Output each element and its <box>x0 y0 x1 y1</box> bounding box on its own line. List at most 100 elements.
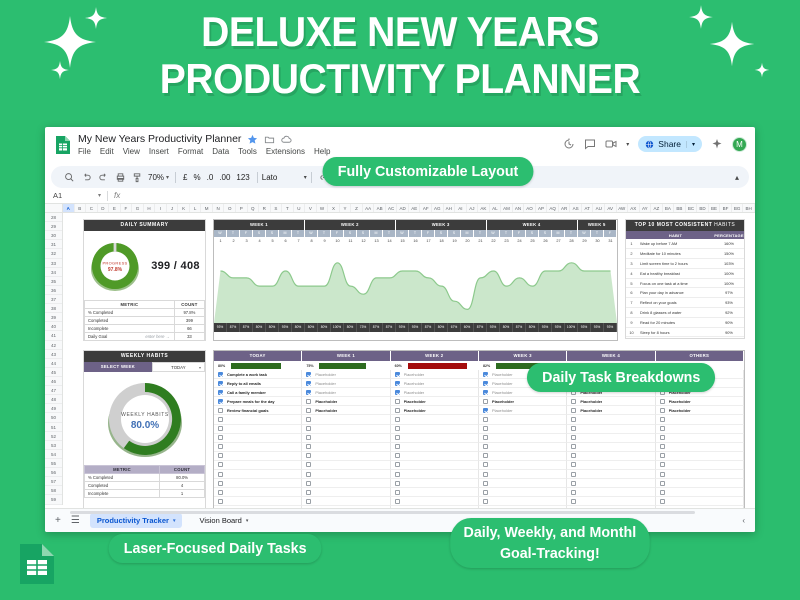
task-checkbox[interactable] <box>482 371 488 377</box>
row-header-55[interactable]: 55 <box>45 459 62 469</box>
column-header-ba[interactable]: BA <box>663 204 675 212</box>
task-cell[interactable]: Call a family member <box>214 388 303 398</box>
row-header-50[interactable]: 50 <box>45 413 62 423</box>
row-header-30[interactable]: 30 <box>45 231 62 241</box>
row-header-31[interactable]: 31 <box>45 240 62 250</box>
task-cell[interactable] <box>655 415 744 425</box>
task-cell[interactable] <box>567 451 656 461</box>
task-checkbox[interactable] <box>306 380 312 386</box>
task-cell[interactable] <box>655 479 744 489</box>
task-cell[interactable] <box>655 433 744 443</box>
sheet-tab-productivity-tracker[interactable]: Productivity Tracker ▾ <box>89 513 183 528</box>
column-header-bc[interactable]: BC <box>686 204 698 212</box>
column-header-ae[interactable]: AE <box>409 204 421 212</box>
column-header-aa[interactable]: AA <box>363 204 375 212</box>
task-cell[interactable] <box>478 470 568 480</box>
task-checkbox[interactable] <box>482 444 488 450</box>
menu-item-format[interactable]: Format <box>178 147 203 156</box>
task-checkbox[interactable] <box>218 444 223 450</box>
explore-chevron-icon[interactable]: ‹ <box>742 516 745 525</box>
horizontal-scrollbar[interactable] <box>70 511 695 514</box>
task-checkbox[interactable] <box>394 380 400 386</box>
task-checkbox[interactable] <box>571 426 577 432</box>
column-header-am[interactable]: AM <box>501 204 513 212</box>
row-header-58[interactable]: 58 <box>45 486 62 496</box>
task-cell[interactable]: Placeholder <box>302 379 391 389</box>
task-checkbox[interactable] <box>218 489 223 495</box>
task-cell[interactable] <box>214 497 303 507</box>
task-cell[interactable] <box>390 451 479 461</box>
row-header-56[interactable]: 56 <box>45 468 62 478</box>
task-cell[interactable] <box>567 433 656 443</box>
task-cell[interactable] <box>214 415 303 425</box>
task-cell[interactable] <box>302 424 391 434</box>
task-checkbox[interactable] <box>571 398 577 404</box>
task-cell[interactable] <box>655 460 744 471</box>
task-cell[interactable] <box>655 488 744 498</box>
column-header-ak[interactable]: AK <box>478 204 490 212</box>
task-checkbox[interactable] <box>218 453 223 459</box>
task-cell[interactable] <box>390 488 479 498</box>
row-header-35[interactable]: 35 <box>45 277 62 286</box>
task-checkbox[interactable] <box>571 480 577 486</box>
column-header-av[interactable]: AV <box>605 204 617 212</box>
task-checkbox[interactable] <box>218 407 223 413</box>
task-checkbox[interactable] <box>659 398 665 404</box>
task-cell[interactable] <box>567 470 656 480</box>
task-checkbox[interactable] <box>394 489 400 495</box>
task-cell[interactable]: Placeholder <box>302 370 391 380</box>
column-header-a[interactable]: A <box>63 204 75 212</box>
zoom-select[interactable]: 70% ▾ <box>146 173 171 182</box>
column-header-ab[interactable]: AB <box>374 204 386 212</box>
task-checkbox[interactable] <box>218 471 223 477</box>
task-checkbox[interactable] <box>394 398 400 404</box>
task-cell[interactable] <box>390 470 479 480</box>
column-header-k[interactable]: K <box>178 204 190 212</box>
menu-item-file[interactable]: File <box>78 147 91 156</box>
column-header-m[interactable]: M <box>201 204 213 212</box>
column-header-bg[interactable]: BG <box>732 204 744 212</box>
column-header-ag[interactable]: AG <box>432 204 444 212</box>
font-family-select[interactable]: Lato <box>262 173 304 182</box>
row-header-43[interactable]: 43 <box>45 350 62 359</box>
row-header-32[interactable]: 32 <box>45 249 62 259</box>
column-header-v[interactable]: V <box>305 204 317 212</box>
task-cell[interactable] <box>478 433 568 443</box>
paint-format-icon[interactable] <box>129 169 146 186</box>
name-box-caret-icon[interactable]: ▾ <box>98 192 101 199</box>
task-checkbox[interactable] <box>659 489 665 495</box>
task-checkbox[interactable] <box>394 371 400 377</box>
task-checkbox[interactable] <box>482 417 488 423</box>
task-cell[interactable]: Placeholder <box>302 397 391 407</box>
column-header-b[interactable]: B <box>75 204 87 212</box>
column-header-af[interactable]: AF <box>420 204 432 212</box>
task-checkbox[interactable] <box>218 389 223 395</box>
task-checkbox[interactable] <box>306 498 312 504</box>
column-header-r[interactable]: R <box>259 204 271 212</box>
task-cell[interactable] <box>478 415 568 425</box>
column-header-u[interactable]: U <box>294 204 306 212</box>
column-header-ao[interactable]: AO <box>524 204 536 212</box>
task-checkbox[interactable] <box>571 471 577 477</box>
row-header-39[interactable]: 39 <box>45 313 62 323</box>
task-cell[interactable]: Placeholder <box>390 388 479 398</box>
task-cell[interactable] <box>214 442 303 452</box>
task-cell[interactable] <box>214 479 303 489</box>
print-icon[interactable] <box>112 169 129 186</box>
task-cell[interactable] <box>390 460 479 471</box>
task-cell[interactable] <box>567 442 656 452</box>
task-checkbox[interactable] <box>482 389 488 395</box>
column-header-w[interactable]: W <box>317 204 329 212</box>
task-checkbox[interactable] <box>659 462 665 468</box>
chevron-down-icon[interactable]: ▾ <box>173 518 176 524</box>
task-checkbox[interactable] <box>306 489 312 495</box>
share-button[interactable]: Share ▾ <box>638 136 702 152</box>
menu-item-help[interactable]: Help <box>314 147 330 156</box>
gemini-sparkle-icon[interactable] <box>711 138 723 150</box>
row-header-33[interactable]: 33 <box>45 259 62 268</box>
column-header-be[interactable]: BE <box>709 204 721 212</box>
task-cell[interactable] <box>302 479 391 489</box>
task-checkbox[interactable] <box>482 435 488 441</box>
task-checkbox[interactable] <box>659 435 665 441</box>
task-cell[interactable] <box>478 424 568 434</box>
